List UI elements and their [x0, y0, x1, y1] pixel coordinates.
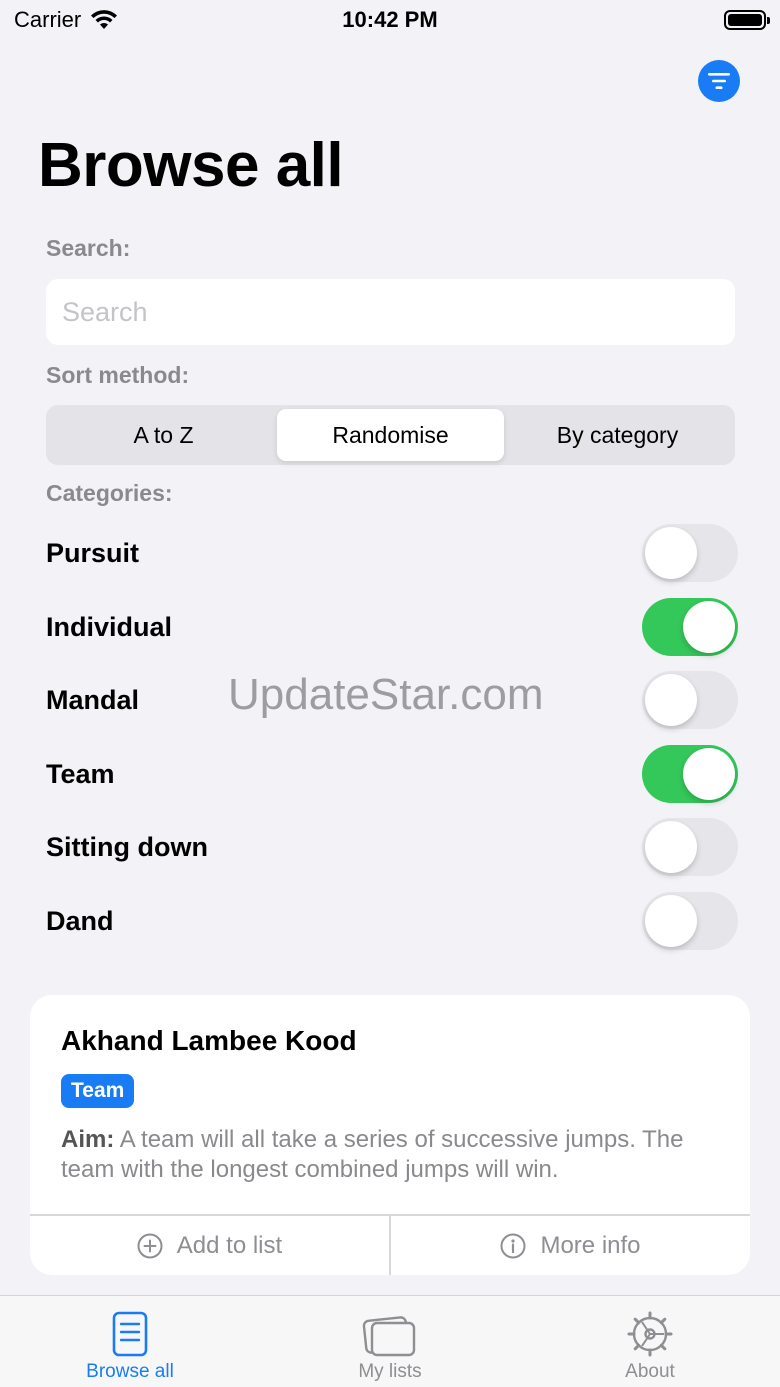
add-to-list-label: Add to list: [176, 1231, 283, 1259]
tab-label: About: [625, 1361, 675, 1382]
category-label: Pursuit: [46, 537, 140, 568]
card-actions: Add to list More info: [30, 1214, 750, 1275]
add-to-list-button[interactable]: Add to list: [30, 1216, 389, 1275]
category-tag: Team: [61, 1074, 135, 1108]
sort-method-segmented-control: A to Z Randomise By category: [46, 405, 735, 465]
category-label: Sitting down: [46, 831, 208, 862]
tab-about[interactable]: About: [520, 1296, 780, 1387]
category-row-dand: Dand: [46, 891, 738, 951]
tab-label: My lists: [358, 1361, 422, 1382]
filter-button[interactable]: [698, 60, 740, 102]
gear-icon: [627, 1311, 673, 1357]
category-label: Mandal: [46, 684, 140, 715]
tab-my-lists[interactable]: My lists: [260, 1296, 520, 1387]
sitting-down-toggle[interactable]: [642, 818, 738, 876]
filter-icon: [708, 73, 730, 89]
pursuit-toggle[interactable]: [642, 524, 738, 582]
search-input[interactable]: [46, 279, 735, 345]
sort-by-category[interactable]: By category: [504, 409, 731, 461]
category-row-team: Team: [46, 744, 738, 804]
info-circle-icon: [500, 1233, 526, 1258]
mandal-toggle[interactable]: [642, 671, 738, 729]
document-icon: [112, 1311, 148, 1357]
tab-label: Browse all: [86, 1361, 174, 1382]
category-row-pursuit: Pursuit: [46, 523, 738, 583]
team-toggle[interactable]: [642, 745, 738, 803]
categories-label: Categories:: [46, 480, 173, 506]
search-label: Search:: [46, 235, 131, 261]
sort-randomise[interactable]: Randomise: [277, 409, 504, 461]
category-label: Dand: [46, 905, 114, 936]
aim-text: A team will all take a series of success…: [61, 1126, 684, 1183]
card-aim: Aim: A team will all take a series of su…: [61, 1125, 731, 1185]
page-title: Browse all: [38, 131, 344, 200]
category-row-individual: Individual: [46, 597, 738, 657]
status-bar: Carrier 10:42 PM: [0, 0, 780, 40]
sort-method-label: Sort method:: [46, 362, 190, 388]
status-time: 10:42 PM: [342, 7, 438, 32]
more-info-button[interactable]: More info: [389, 1216, 750, 1275]
category-label: Team: [46, 758, 115, 789]
watermark-text: UpdateStar.com: [228, 670, 544, 719]
tab-bar: Browse all My lists About: [0, 1295, 780, 1387]
cards-icon: [362, 1316, 416, 1357]
plus-circle-icon: [137, 1233, 163, 1258]
battery-icon: [724, 10, 770, 30]
aim-label: Aim:: [61, 1126, 115, 1153]
dand-toggle[interactable]: [642, 892, 738, 950]
more-info-label: More info: [540, 1231, 641, 1259]
sort-a-to-z[interactable]: A to Z: [50, 409, 277, 461]
tab-browse-all[interactable]: Browse all: [0, 1296, 260, 1387]
game-card: Akhand Lambee Kood Team Aim: A team will…: [30, 995, 750, 1275]
category-label: Individual: [46, 611, 173, 642]
individual-toggle[interactable]: [642, 598, 738, 656]
card-title: Akhand Lambee Kood: [61, 1025, 357, 1056]
category-row-sitting-down: Sitting down: [46, 817, 738, 877]
